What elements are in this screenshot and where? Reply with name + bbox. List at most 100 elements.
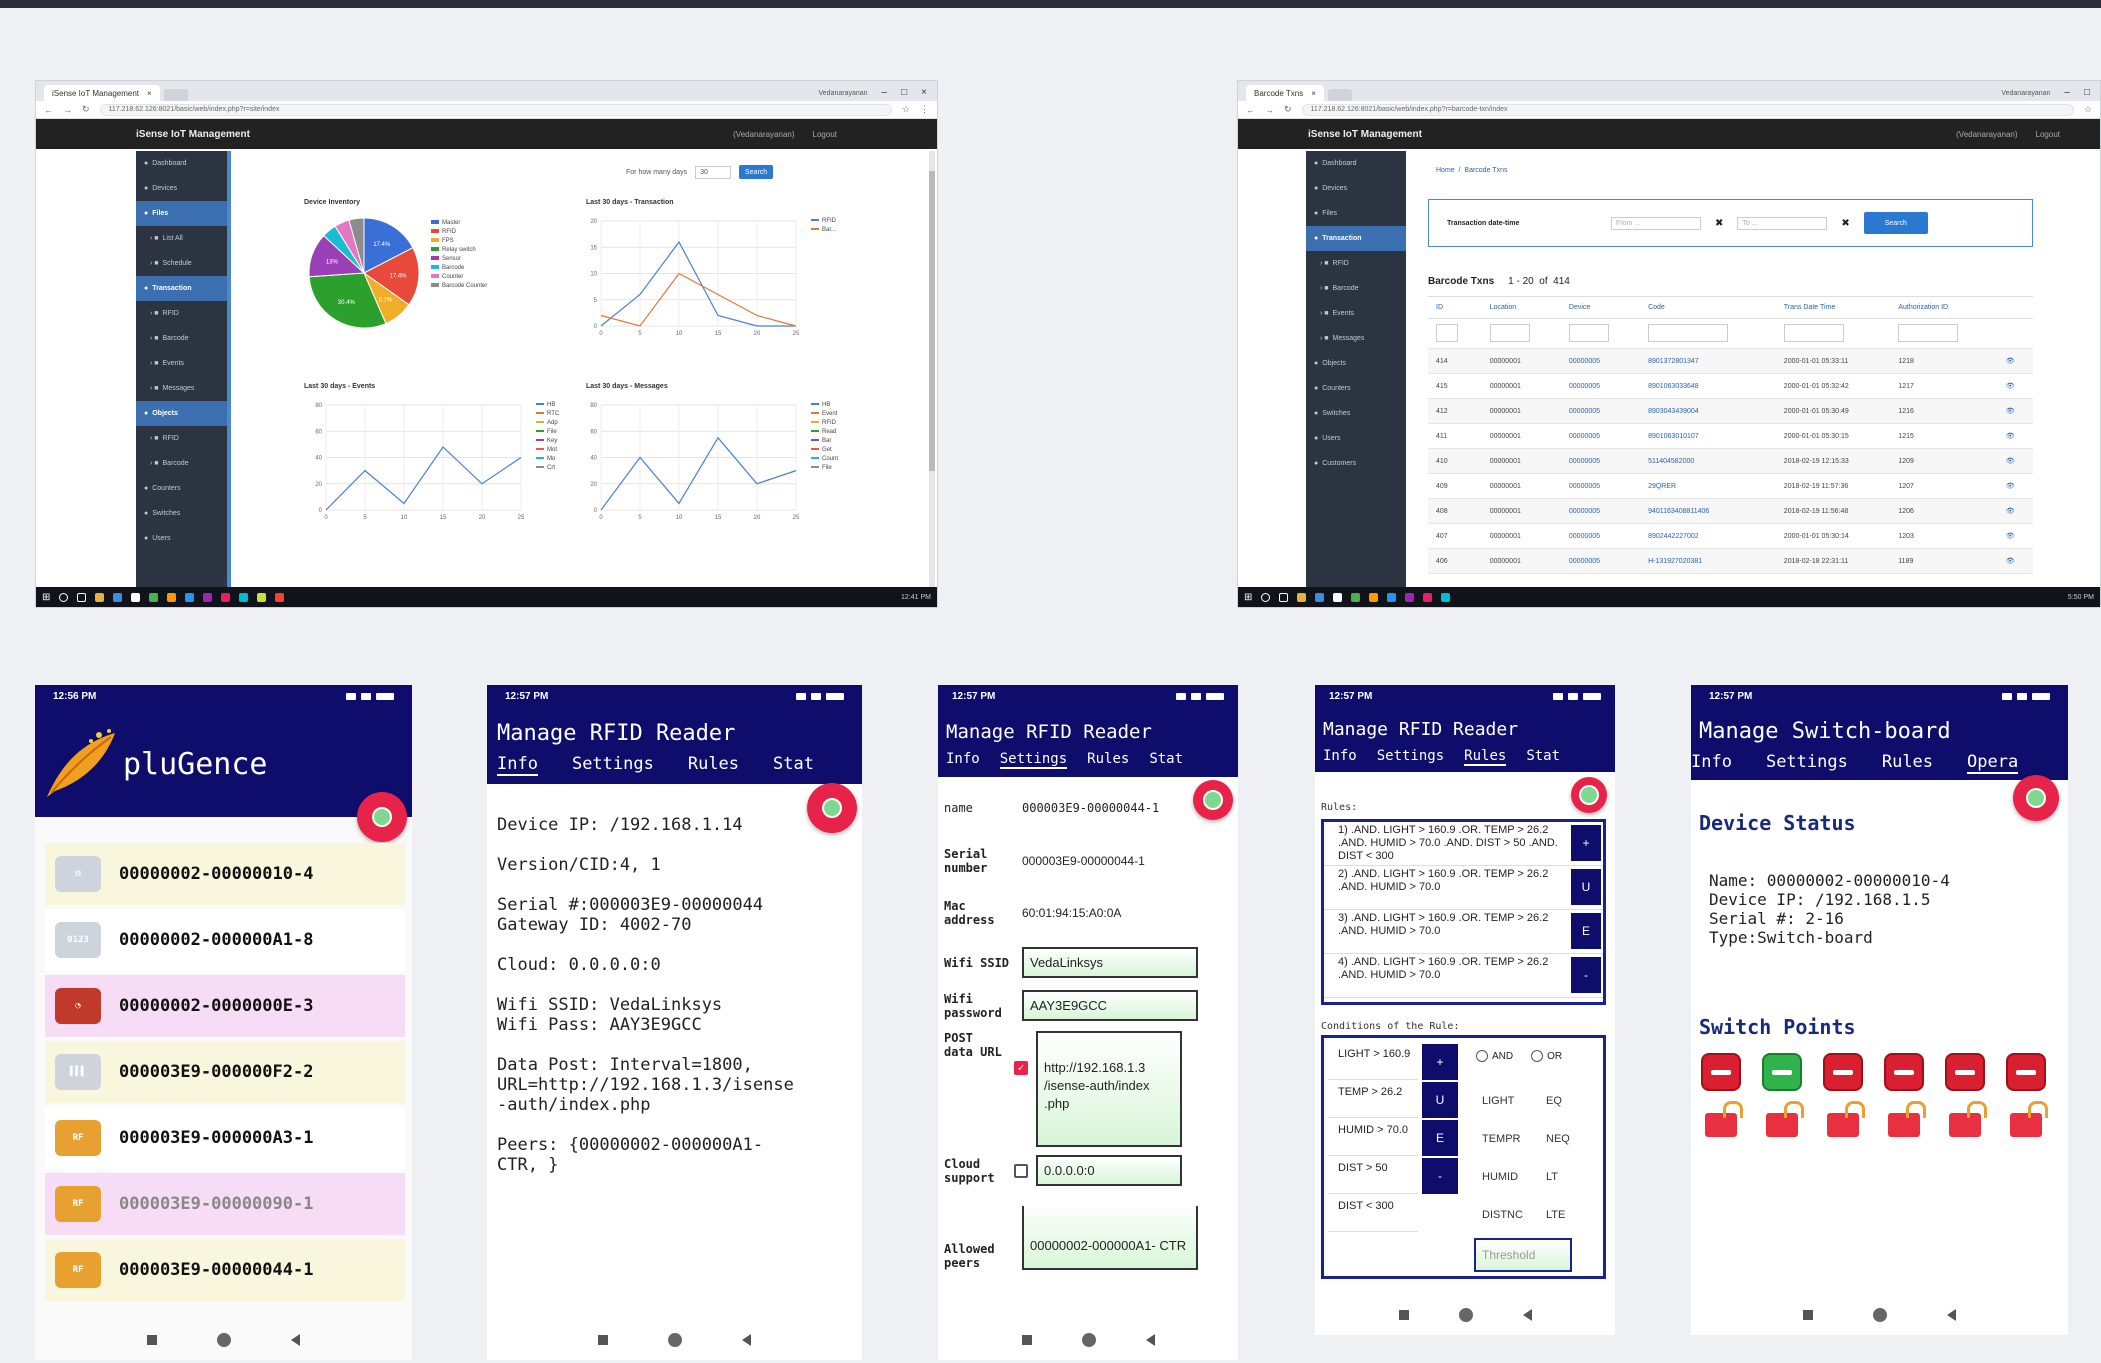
close-icon[interactable]: ×	[147, 89, 152, 98]
sidebar-item[interactable]: › ■ Events	[1306, 301, 1406, 326]
table-row[interactable]: 412 00000001 00000005 8903043439004 2000-01-…	[1428, 398, 2033, 424]
taskview-icon[interactable]	[1279, 592, 1289, 602]
tab-info[interactable]: Info	[1323, 748, 1357, 766]
app-icon[interactable]	[185, 592, 195, 602]
table-row[interactable]: 410 00000001 00000005 511404582000 2018-02-1…	[1428, 448, 2033, 474]
tab-rules[interactable]: Rules	[1464, 748, 1507, 766]
lock-icon[interactable]	[1705, 1101, 1743, 1137]
back-icon[interactable]	[1947, 1309, 1956, 1321]
password-input[interactable]: AAY3E9GCC	[1022, 990, 1198, 1021]
sidebar-item[interactable]: ● Objects	[136, 401, 227, 426]
reload-icon[interactable]: ↻	[82, 104, 90, 115]
app-icon[interactable]	[149, 592, 159, 602]
switch-toggle[interactable]	[1762, 1053, 1802, 1091]
operator-option[interactable]: NEQ	[1546, 1133, 1570, 1145]
cloud-input[interactable]: 0.0.0.0:0	[1036, 1155, 1182, 1186]
star-icon[interactable]: ☆	[2084, 104, 2092, 115]
breadcrumb[interactable]: Home / Barcode Txns	[1436, 167, 1507, 174]
logout-link[interactable]: Logout	[2036, 130, 2060, 139]
search-icon[interactable]	[59, 592, 69, 602]
rule-item[interactable]: 3) .AND. LIGHT > 160.9 .OR. TEMP > 26.2 …	[1324, 910, 1603, 954]
cloud-checkbox[interactable]	[1014, 1163, 1028, 1178]
threshold-input[interactable]: Threshold	[1474, 1238, 1572, 1272]
sidebar-item[interactable]: › ■ RFID	[136, 301, 227, 326]
scrollbar[interactable]	[929, 151, 935, 591]
operator-option[interactable]: LTE	[1546, 1209, 1565, 1221]
table-cell[interactable]: 8901372801347	[1640, 348, 1776, 374]
rule-action-button[interactable]: E	[1571, 913, 1601, 949]
post-url-checkbox[interactable]: ✓	[1014, 1061, 1028, 1075]
sidebar-item[interactable]: ● Users	[136, 526, 227, 551]
search-icon[interactable]	[1261, 592, 1271, 602]
table-row[interactable]: 408 00000001 00000005 9401163408811406 2018-…	[1428, 498, 2033, 524]
auth-filter[interactable]	[1898, 323, 1959, 342]
view-icon[interactable]: 👁	[1997, 448, 2033, 474]
sidebar-item[interactable]: ● Files	[1306, 201, 1406, 226]
refresh-fab[interactable]	[357, 792, 407, 842]
home-icon[interactable]	[668, 1333, 682, 1347]
switch-toggle[interactable]	[1945, 1053, 1985, 1091]
start-icon[interactable]: ⊞	[1244, 592, 1252, 603]
tab-status[interactable]: Stat	[1149, 751, 1183, 769]
close-window-icon[interactable]: ×	[921, 87, 927, 98]
sidebar-item[interactable]: › ■ Barcode	[1306, 276, 1406, 301]
view-icon[interactable]: 👁	[1997, 498, 2033, 524]
sidebar-item[interactable]: ● Switches	[136, 501, 227, 526]
back-icon[interactable]	[1522, 1309, 1532, 1321]
condition-item[interactable]: DIST > 50	[1328, 1156, 1418, 1194]
id-filter[interactable]	[1436, 323, 1458, 342]
table-cell[interactable]: 511404582000	[1640, 448, 1776, 474]
view-icon[interactable]: 👁	[1997, 373, 2033, 399]
operator-option[interactable]: LT	[1546, 1171, 1558, 1183]
url-field[interactable]: 117.218.62.126:8021/basic/web/index.php?…	[99, 103, 892, 116]
condition-action-button[interactable]: E	[1422, 1120, 1458, 1156]
column-header[interactable]: Code	[1640, 296, 1776, 319]
tab-rules[interactable]: Rules	[688, 754, 739, 776]
forward-icon[interactable]: →	[63, 105, 72, 115]
table-cell[interactable]: 29QRER	[1640, 473, 1776, 499]
lock-icon[interactable]	[2010, 1101, 2048, 1137]
column-header[interactable]: Authorization ID	[1890, 296, 1998, 319]
clear-to-icon[interactable]: ✖	[1841, 218, 1849, 229]
tab-info[interactable]: Info	[946, 751, 980, 769]
table-cell[interactable]: 00000005	[1560, 498, 1641, 524]
device-list-item[interactable]: ⊟ 00000002-00000010-4	[45, 843, 405, 905]
star-icon[interactable]: ☆	[902, 104, 910, 115]
table-cell[interactable]: 8901063033648	[1640, 373, 1776, 399]
app-icon[interactable]	[1405, 592, 1415, 602]
to-date-input[interactable]: To ...	[1737, 216, 1828, 230]
table-cell[interactable]: H-131927020381	[1640, 548, 1776, 574]
app-icon[interactable]	[1387, 592, 1397, 602]
back-icon[interactable]	[1145, 1334, 1155, 1346]
table-cell[interactable]: 00000005	[1560, 423, 1641, 449]
switch-toggle[interactable]	[1884, 1053, 1924, 1091]
recents-icon[interactable]	[1021, 1335, 1032, 1345]
browser-icon[interactable]	[113, 592, 123, 602]
view-icon[interactable]: 👁	[1997, 423, 2033, 449]
minimize-icon[interactable]: –	[2064, 87, 2070, 98]
tab-settings[interactable]: Settings	[999, 751, 1068, 769]
sidebar-item[interactable]: ● Dashboard	[136, 151, 227, 176]
sidebar-item[interactable]: › ■ RFID	[136, 426, 227, 451]
field-option[interactable]: LIGHT	[1476, 1095, 1546, 1107]
rule-item[interactable]: 1) .AND. LIGHT > 160.9 .OR. TEMP > 26.2 …	[1324, 822, 1603, 866]
location-filter[interactable]	[1489, 323, 1530, 342]
table-row[interactable]: 407 00000001 00000005 8902442227002 2000-01-…	[1428, 523, 2033, 549]
view-icon[interactable]: 👁	[1997, 523, 2033, 549]
from-date-input[interactable]: From ...	[1611, 216, 1701, 230]
start-icon[interactable]: ⊞	[42, 592, 50, 603]
sidebar-item[interactable]: ● Devices	[136, 176, 227, 201]
home-icon[interactable]	[1081, 1333, 1096, 1347]
forward-icon[interactable]: →	[1265, 105, 1274, 115]
peers-input[interactable]: 00000002-000000A1- CTR	[1022, 1206, 1198, 1270]
sidebar-item[interactable]: ● Dashboard	[1306, 151, 1406, 176]
lock-icon[interactable]	[1888, 1101, 1926, 1137]
app-icon[interactable]	[1423, 592, 1433, 602]
minimize-icon[interactable]: –	[882, 87, 888, 98]
table-cell[interactable]: 8902442227002	[1640, 523, 1776, 549]
app-icon[interactable]	[1333, 592, 1343, 602]
refresh-fab[interactable]	[807, 783, 857, 833]
days-input[interactable]: 30	[695, 165, 732, 179]
column-header[interactable]: Trans Date Time	[1775, 296, 1891, 319]
browser-tab[interactable]: Barcode Txns ×	[1246, 85, 1324, 101]
